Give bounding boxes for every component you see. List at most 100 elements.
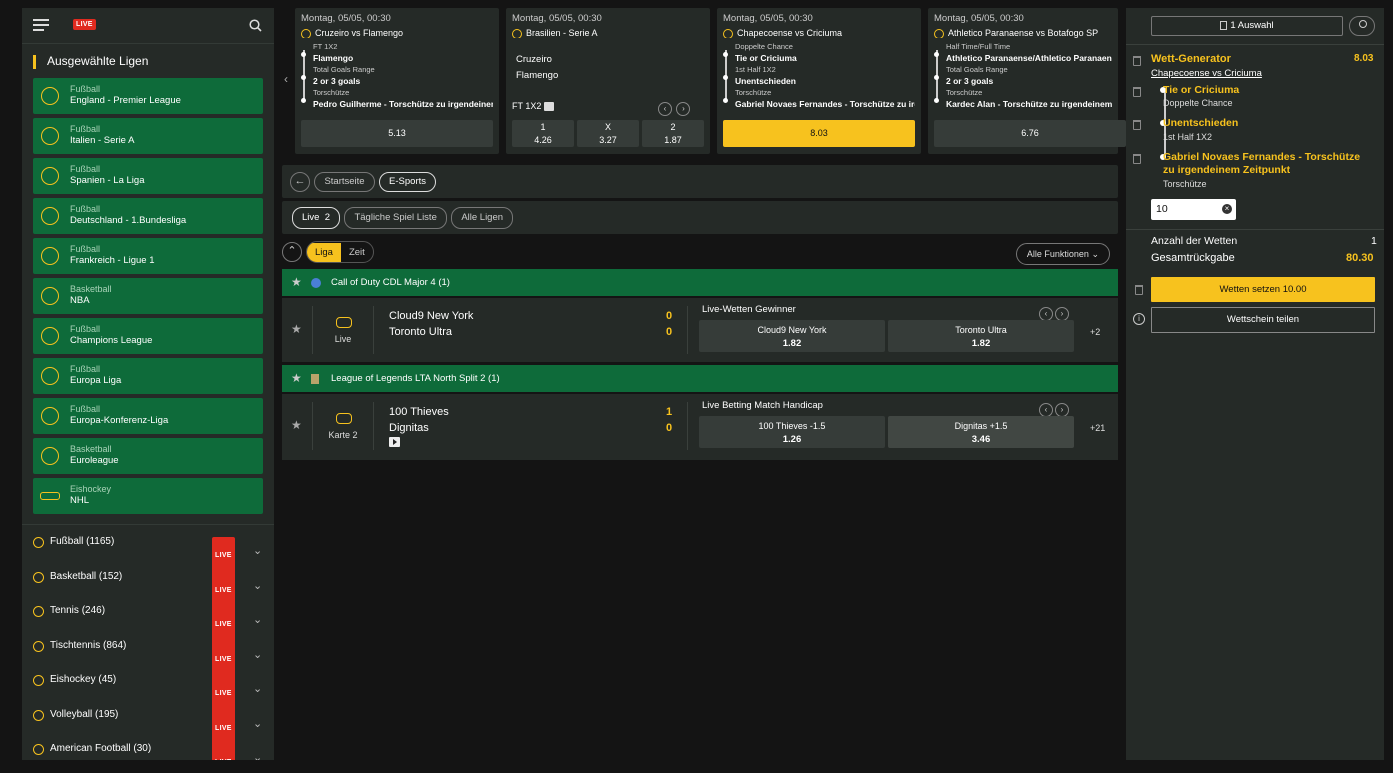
odds-button[interactable]: Dignitas +1.5 3.46 — [888, 416, 1074, 448]
event-row[interactable]: ★ Karte 2 100 Thieves Dignitas 10 Live Be… — [282, 394, 1118, 460]
filter-live[interactable]: Live 2 — [292, 207, 341, 229]
info-icon[interactable]: i — [1133, 313, 1145, 325]
league-item[interactable]: Fußball Italien - Serie A — [33, 118, 263, 154]
user-icon[interactable] — [1349, 16, 1375, 36]
card-legs: FT 1X2 Flamengo Total Goals Range 2 or 3 g… — [301, 42, 493, 110]
odds-button[interactable]: 5.13 — [301, 120, 493, 147]
breadcrumb-home[interactable]: Startseite — [314, 172, 375, 192]
betslip-match[interactable]: Chapecoense vs Criciuma — [1151, 68, 1262, 79]
return-label: Gesamtrückgabe — [1151, 252, 1235, 264]
event-teams[interactable]: 100 Thieves Dignitas — [389, 404, 449, 436]
sport-row[interactable]: American Football (30) LIVE ⌄ — [22, 732, 274, 760]
competition-header[interactable]: ★ League of Legends LTA North Split 2 (1… — [282, 365, 1118, 392]
clear-icon[interactable]: × — [1222, 204, 1232, 214]
team-1: 100 Thieves — [389, 406, 449, 418]
live-badge[interactable]: LIVE — [212, 744, 235, 760]
chevron-left-icon[interactable]: ‹ — [1039, 403, 1053, 417]
collapse-all-icon[interactable]: ⌃ — [282, 242, 302, 262]
trash-icon[interactable] — [1133, 56, 1141, 66]
competition-header[interactable]: ★ Call of Duty CDL Major 4 (1) — [282, 269, 1118, 296]
league-item[interactable]: Fußball Europa Liga — [33, 358, 263, 394]
league-item[interactable]: Basketball NBA — [33, 278, 263, 314]
league-item[interactable]: Fußball Champions League — [33, 318, 263, 354]
odds-button-x[interactable]: X 3.27 — [577, 120, 639, 147]
share-betslip-button[interactable]: Wettschein teilen — [1151, 307, 1375, 333]
stake-input[interactable]: 10 × — [1151, 199, 1236, 220]
sport-row[interactable]: Tennis (246) LIVE ⌄ — [22, 594, 274, 644]
chevron-right-icon[interactable]: › — [1055, 403, 1069, 417]
stream-icon[interactable] — [389, 437, 400, 447]
league-item[interactable]: Fußball Spanien - La Liga — [33, 158, 263, 194]
leg-selection: Unentschieden — [735, 76, 796, 86]
carousel-card-4[interactable]: Montag, 05/05, 00:30 Athletico Paranaens… — [928, 8, 1126, 154]
sort-league[interactable]: Liga — [307, 243, 341, 262]
event-scores: 10 — [666, 404, 672, 436]
star-icon[interactable]: ★ — [291, 269, 302, 296]
odds-button[interactable]: 6.76 — [934, 120, 1126, 147]
odds-button[interactable]: 100 Thieves -1.5 1.26 — [699, 416, 885, 448]
chevron-left-icon[interactable]: ‹ — [658, 102, 672, 116]
all-functions-dropdown[interactable]: Alle Funktionen ⌄ — [1015, 243, 1110, 265]
league-item[interactable]: Fußball England - Premier League — [33, 78, 263, 114]
chevron-down-icon[interactable]: ⌄ — [253, 741, 262, 760]
carousel-card-3[interactable]: Montag, 05/05, 00:30 Chapecoense vs Cric… — [717, 8, 921, 154]
odds-button-1[interactable]: 1 4.26 — [512, 120, 574, 147]
league-item[interactable]: Fußball Europa-Konferenz-Liga — [33, 398, 263, 434]
trash-icon[interactable] — [1135, 285, 1143, 295]
chevron-down-icon: ⌄ — [1091, 249, 1099, 259]
odds-button-2[interactable]: 2 1.87 — [642, 120, 704, 147]
trash-icon[interactable] — [1133, 87, 1141, 97]
filter-daily[interactable]: Tägliche Spiel Liste — [344, 207, 447, 229]
sport-row[interactable]: Tischtennis (864) LIVE ⌄ — [22, 629, 274, 679]
sport-row[interactable]: Basketball (152) LIVE ⌄ — [22, 560, 274, 610]
event-teams[interactable]: Cloud9 New York Toronto Ultra — [389, 308, 473, 340]
back-arrow-icon[interactable]: ← — [290, 172, 310, 192]
league-item[interactable]: Eishockey NHL — [33, 478, 263, 514]
chevron-left-icon[interactable]: ‹ — [1039, 307, 1053, 321]
carousel-card-1[interactable]: Montag, 05/05, 00:30 Cruzeiro vs Flameng… — [295, 8, 499, 154]
odds-button[interactable]: Cloud9 New York 1.82 — [699, 320, 885, 352]
card-match: Cruzeiro vs Flamengo — [301, 28, 493, 38]
star-icon[interactable]: ★ — [291, 322, 302, 336]
place-bet-button[interactable]: Wetten setzen 10.00 — [1151, 277, 1375, 302]
sport-row[interactable]: Eishockey (45) LIVE ⌄ — [22, 663, 274, 713]
filter-all-leagues[interactable]: Alle Ligen — [451, 207, 514, 229]
odds-button-selected[interactable]: 8.03 — [723, 120, 915, 147]
league-item[interactable]: Fußball Deutschland - 1.Bundesliga — [33, 198, 263, 234]
carousel-card-2[interactable]: Montag, 05/05, 00:30 Brasilien - Serie A… — [506, 8, 710, 154]
card-navs: ‹ › — [658, 98, 691, 116]
search-icon[interactable] — [249, 19, 262, 32]
event-status: Karte 2 — [312, 402, 374, 450]
event-row[interactable]: ★ Live Cloud9 New York Toronto Ultra 00 L… — [282, 298, 1118, 362]
leg-selection: Gabriel Novaes Fernandes - Torschütze zu… — [1163, 151, 1361, 176]
sport-list: Fußball (1165) LIVE ⌄ Basketball (152) LIVE ⌄… — [22, 524, 274, 760]
odds-button[interactable]: Toronto Ultra 1.82 — [888, 320, 1074, 352]
sport-row[interactable]: Volleyball (195) LIVE ⌄ — [22, 698, 274, 748]
betslip-tab[interactable]: 1 Auswahl — [1151, 16, 1343, 36]
live-badge[interactable]: LIVE — [73, 19, 96, 30]
sport-row[interactable]: Fußball (1165) LIVE ⌄ — [22, 525, 274, 575]
breadcrumb-current[interactable]: E-Sports — [379, 172, 437, 192]
leg-market: 1st Half 1X2 — [1163, 132, 1213, 142]
card-match: Athletico Paranaense vs Botafogo SP — [934, 28, 1112, 38]
outcome-odds: 3.27 — [599, 135, 617, 145]
league-item[interactable]: Basketball Euroleague — [33, 438, 263, 474]
trash-icon[interactable] — [1133, 154, 1141, 164]
star-icon[interactable]: ★ — [291, 365, 302, 392]
chevron-right-icon[interactable]: › — [676, 102, 691, 116]
odds-value: 1.82 — [971, 338, 991, 349]
competition-name: League of Legends LTA North Split 2 (1) — [331, 373, 500, 384]
left-sidebar: LIVE Ausgewählte Ligen Fußball England - … — [22, 8, 274, 760]
stats-icon[interactable] — [543, 102, 554, 112]
carousel-prev-icon[interactable]: ‹ — [284, 72, 288, 86]
sort-time[interactable]: Zeit — [341, 243, 373, 262]
more-markets[interactable]: +21 — [1090, 423, 1105, 433]
chevron-right-icon[interactable]: › — [1055, 307, 1069, 321]
star-icon[interactable]: ★ — [291, 418, 302, 432]
outcome-odds: 1.87 — [664, 135, 682, 145]
featured-leagues: Fußball England - Premier League Fußball It… — [22, 78, 274, 514]
league-item[interactable]: Fußball Frankreich - Ligue 1 — [33, 238, 263, 274]
menu-icon[interactable] — [33, 19, 49, 31]
more-markets[interactable]: +2 — [1090, 327, 1100, 337]
trash-icon[interactable] — [1133, 120, 1141, 130]
